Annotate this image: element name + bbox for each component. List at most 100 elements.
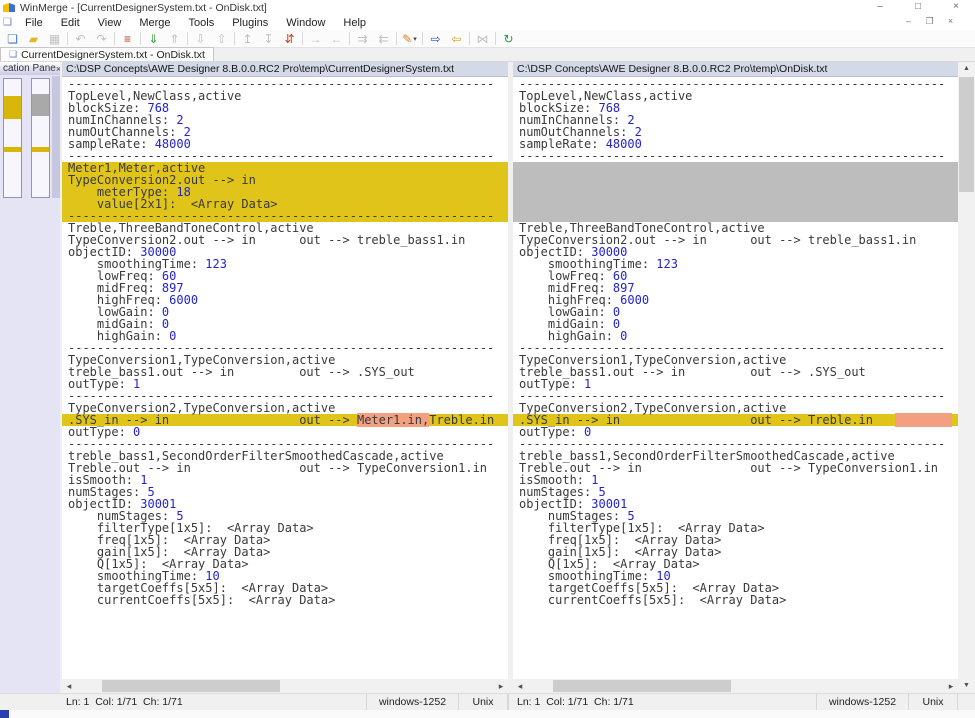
copy-right-icon[interactable]: → [305,31,326,47]
tab-document-icon: ❏ [9,49,17,60]
location-pane-header: cation Pane × [0,62,60,75]
menu-view[interactable]: View [89,17,131,29]
main-area: cation Pane × C:\DSP Concepts\AWE Design… [0,62,975,693]
right-hscroll-thumb[interactable] [553,680,731,692]
minimize-button[interactable]: – [861,0,899,15]
location-pane-title: cation Pane [3,63,56,74]
toolbar-separator [422,32,423,45]
right-editor[interactable]: ----------------------------------------… [513,77,958,679]
title-bar: WinMerge - [CurrentDesignerSystem.txt - … [0,0,975,15]
menu-help[interactable]: Help [334,17,375,29]
copy-left-advance-icon[interactable]: ⇦ [446,31,467,47]
toolbar-separator [67,32,68,45]
window-title: WinMerge - [CurrentDesignerSystem.txt - … [20,2,267,14]
vscroll-thumb[interactable] [959,77,974,192]
previous-conflict-icon[interactable]: ⇧ [211,31,232,47]
scroll-left-icon[interactable]: ◂ [62,679,76,693]
menu-window[interactable]: Window [277,17,334,29]
toolbar-separator [495,32,496,45]
tab-label: CurrentDesignerSystem.txt - OnDisk.txt [21,49,205,61]
editor-line: currentCoeffs[5x5]: <Array Data> [513,594,958,606]
toolbar-separator [469,32,470,45]
toolbar-separator [302,32,303,45]
winmerge-logo-icon [3,2,15,13]
editor-line: currentCoeffs[5x5]: <Array Data> [62,594,508,606]
menu-file[interactable]: File [16,17,52,29]
location-bar-right[interactable] [31,78,50,198]
left-file-pane: C:\DSP Concepts\AWE Designer 8.B.0.0.RC2… [62,62,508,693]
mdi-restore-button[interactable]: ❐ [919,16,940,27]
first-difference-icon[interactable]: ↥ [237,31,258,47]
scroll-right-icon[interactable]: ▸ [944,679,958,693]
location-pane-edge-strip [52,76,60,198]
scroll-up-icon[interactable]: ▲ [958,62,975,76]
mdi-minimize-button[interactable]: – [898,16,919,27]
next-difference-icon[interactable]: ⇓ [143,31,164,47]
tab-compare-document[interactable]: ❏ CurrentDesignerSystem.txt - OnDisk.txt [0,47,214,61]
menu-bar: ❏ FileEditViewMergeToolsPluginsWindowHel… [0,15,975,30]
file-filters-icon[interactable]: ≡ [117,31,138,47]
menu-plugins[interactable]: Plugins [223,17,277,29]
left-pane-encoding: windows-1252 [366,694,458,710]
close-button[interactable]: × [937,0,975,15]
next-conflict-icon[interactable]: ⇩ [190,31,211,47]
dropdown-caret-icon[interactable]: ▾ [413,35,417,43]
auto-merge-icon[interactable]: ✎▾ [399,31,420,47]
copy-all-left-icon[interactable]: ⇇ [373,31,394,47]
menu-merge[interactable]: Merge [130,17,179,29]
location-marker-diff [4,147,21,152]
bottom-strip [0,710,975,718]
copy-right-advance-icon[interactable]: ⇨ [425,31,446,47]
location-marker-diff [32,147,49,152]
copy-left-icon[interactable]: ← [326,31,347,47]
left-editor[interactable]: ----------------------------------------… [62,77,508,679]
right-pane-header[interactable]: C:\DSP Concepts\AWE Designer 8.B.0.0.RC2… [513,62,958,77]
current-difference-icon[interactable]: ⇵ [279,31,300,47]
toolbar-separator [234,32,235,45]
select-line-difference-icon[interactable]: ⋈ [472,31,493,47]
right-pane-encoding: windows-1252 [816,694,908,710]
status-bar: Ln: 1 Col: 1/71 Ch: 1/71 windows-1252 Un… [0,693,975,710]
document-icon: ❏ [3,17,12,28]
left-pane-path: C:\DSP Concepts\AWE Designer 8.B.0.0.RC2… [66,63,454,75]
redo-icon[interactable]: ↷ [91,31,112,47]
mdi-close-button[interactable]: × [940,16,961,27]
toolbar-separator [140,32,141,45]
left-pane-header[interactable]: C:\DSP Concepts\AWE Designer 8.B.0.0.RC2… [62,62,508,77]
mdi-window-controls: – ❐ × [898,16,961,27]
right-pane-caret-status: Ln: 1 Col: 1/71 Ch: 1/71 [513,694,816,710]
window-controls: – □ × [861,0,975,15]
maximize-button[interactable]: □ [899,0,937,15]
editor-line [513,198,958,210]
bottom-left-accent [0,710,9,718]
right-pane-eol: Unix [908,694,958,710]
location-bar-left[interactable] [3,78,22,198]
editor-line [513,186,958,198]
new-file-icon[interactable]: ❏ [2,31,23,47]
scroll-left-icon[interactable]: ◂ [513,679,527,693]
copy-all-right-icon[interactable]: ⇉ [352,31,373,47]
left-horizontal-scrollbar[interactable]: ◂ ▸ [62,679,508,693]
editor-line [513,174,958,186]
menu-edit[interactable]: Edit [52,17,89,29]
left-hscroll-thumb[interactable] [102,680,280,692]
scroll-down-icon[interactable]: ▼ [958,679,975,693]
vertical-scrollbar[interactable]: ▲ ▼ [958,62,975,693]
tab-bar: ❏ CurrentDesignerSystem.txt - OnDisk.txt [0,48,975,62]
toolbar: ❏▰▦ ↶↷ ≡ ⇓⇑ ⇩⇧ ↥↧⇵ →← ⇉⇇ ✎▾ ⇨⇦ ⋈ ↻ [0,30,975,48]
previous-difference-icon[interactable]: ⇑ [164,31,185,47]
toolbar-separator [349,32,350,45]
open-icon[interactable]: ▰ [23,31,44,47]
location-pane: cation Pane × [0,62,60,693]
last-difference-icon[interactable]: ↧ [258,31,279,47]
status-tail [958,694,975,710]
right-pane-path: C:\DSP Concepts\AWE Designer 8.B.0.0.RC2… [517,63,827,75]
undo-icon[interactable]: ↶ [70,31,91,47]
save-icon[interactable]: ▦ [44,31,65,47]
menu-tools[interactable]: Tools [180,17,224,29]
right-horizontal-scrollbar[interactable]: ◂ ▸ [513,679,958,693]
refresh-icon[interactable]: ↻ [498,31,519,47]
location-pane-close-icon[interactable]: × [56,64,60,74]
right-file-pane: C:\DSP Concepts\AWE Designer 8.B.0.0.RC2… [513,62,958,693]
scroll-right-icon[interactable]: ▸ [494,679,508,693]
